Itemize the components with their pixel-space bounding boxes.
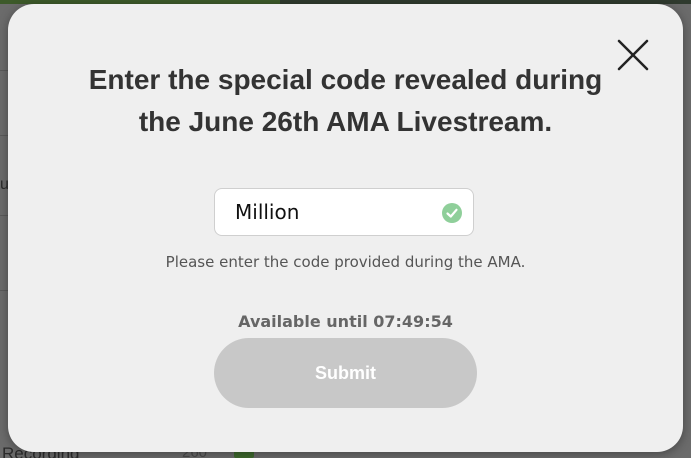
- helper-text: Please enter the code provided during th…: [165, 253, 526, 271]
- code-entry-modal: Enter the special code revealed during t…: [8, 4, 683, 452]
- availability-countdown: Available until 07:49:54: [238, 312, 453, 331]
- close-icon[interactable]: [615, 37, 651, 73]
- code-input[interactable]: [235, 189, 435, 235]
- check-circle-icon: [442, 203, 462, 223]
- modal-title: Enter the special code revealed during t…: [88, 64, 603, 137]
- code-field[interactable]: [214, 188, 474, 236]
- submit-button[interactable]: Submit: [214, 338, 477, 408]
